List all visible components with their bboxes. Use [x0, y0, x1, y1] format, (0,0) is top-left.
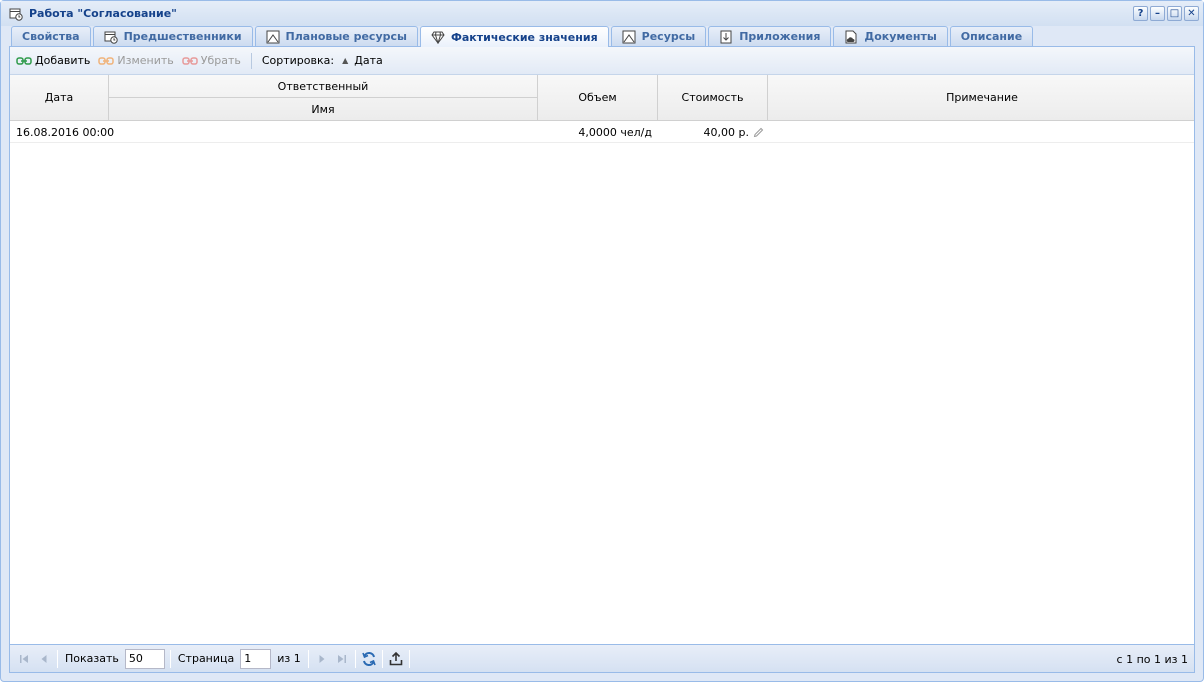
- tab-label: Приложения: [739, 30, 821, 43]
- tab-label: Фактические значения: [450, 30, 598, 44]
- pager-separator: [169, 649, 171, 668]
- column-header-cost[interactable]: Стоимость: [658, 75, 768, 120]
- paging-info: с 1 по 1 из 1: [1116, 652, 1188, 666]
- cell-name: [114, 121, 534, 143]
- column-header-note[interactable]: Примечание: [768, 75, 1196, 120]
- column-group-responsible: Ответственный: [109, 75, 538, 98]
- tab-description[interactable]: Описание: [949, 26, 1034, 46]
- link-remove-icon: [182, 55, 198, 67]
- tab-planned-resources[interactable]: Плановые ресурсы: [254, 26, 418, 46]
- actual-values-panel: Добавить Изменить Убрать Сортировка: ▲ Д…: [9, 47, 1195, 673]
- pager-separator: [381, 649, 383, 668]
- prev-page-button[interactable]: [34, 649, 54, 669]
- link-edit-icon: [98, 55, 115, 67]
- sort-ascending-icon: ▲: [342, 56, 349, 65]
- refresh-icon: [362, 651, 376, 666]
- cloud-document-icon: [844, 30, 858, 44]
- window-title: Работа "Согласование": [29, 7, 177, 20]
- pencil-icon[interactable]: [753, 127, 764, 138]
- grid-header: Дата Ответственный Имя Объем Стоимость П…: [10, 75, 1194, 121]
- remove-button[interactable]: Убрать: [180, 51, 247, 71]
- first-page-button[interactable]: [14, 649, 34, 669]
- first-page-icon: [20, 654, 28, 663]
- edit-button[interactable]: Изменить: [96, 51, 179, 71]
- prev-page-icon: [41, 654, 47, 663]
- tab-label: Описание: [960, 30, 1023, 43]
- calendar-clock-icon: [104, 30, 118, 44]
- tab-label: Документы: [864, 30, 937, 43]
- page-number-input[interactable]: [240, 648, 272, 669]
- tab-label: Ресурсы: [641, 30, 696, 43]
- cell-cost-value: 40,00 р.: [703, 125, 749, 139]
- tab-actual-values[interactable]: Фактические значения: [419, 26, 609, 47]
- add-button-label: Добавить: [35, 54, 91, 67]
- window-titlebar[interactable]: Работа "Согласование" ? – □ ✕: [1, 1, 1203, 26]
- page-size-input[interactable]: [124, 648, 165, 669]
- column-header-volume[interactable]: Объем: [538, 75, 658, 120]
- next-page-icon: [319, 654, 325, 663]
- refresh-button[interactable]: [359, 649, 379, 669]
- tab-predecessors[interactable]: Предшественники: [92, 26, 253, 46]
- pager-separator: [408, 649, 410, 668]
- minimize-button[interactable]: –: [1150, 6, 1165, 21]
- export-button[interactable]: [386, 649, 406, 669]
- page-count-label: из 1: [277, 652, 301, 665]
- maximize-button[interactable]: □: [1167, 6, 1182, 21]
- tab-resources[interactable]: Ресурсы: [610, 26, 707, 46]
- column-header-name[interactable]: Имя: [109, 98, 538, 120]
- tab-label: Предшественники: [123, 30, 242, 43]
- edit-button-label: Изменить: [117, 54, 174, 67]
- last-page-button[interactable]: [332, 649, 352, 669]
- export-icon: [389, 651, 403, 665]
- cell-volume: 4,0000 чел/д: [578, 125, 652, 139]
- tab-label: Свойства: [22, 30, 80, 43]
- cell-note: [772, 121, 1192, 143]
- add-button[interactable]: Добавить: [14, 51, 96, 71]
- grid-toolbar: Добавить Изменить Убрать Сортировка: ▲ Д…: [10, 47, 1194, 75]
- calendar-clock-icon: [8, 6, 24, 22]
- page-label: Страница: [177, 652, 235, 665]
- next-page-button[interactable]: [312, 649, 332, 669]
- cell-date: 16.08.2016 00:00: [16, 125, 115, 139]
- download-icon: [719, 30, 733, 44]
- grid-body: 16.08.2016 00:00 4,0000 чел/д 40,00 р.: [10, 121, 1194, 143]
- link-add-icon: [16, 55, 32, 67]
- resource-chart-icon: [266, 30, 280, 44]
- pager-separator: [307, 649, 309, 668]
- resource-chart-icon: [622, 30, 636, 44]
- close-button[interactable]: ✕: [1184, 6, 1199, 21]
- column-header-date[interactable]: Дата: [10, 75, 109, 120]
- tab-documents[interactable]: Документы: [833, 26, 948, 46]
- diamond-icon: [431, 30, 445, 44]
- pager-separator: [57, 649, 58, 668]
- tab-label: Плановые ресурсы: [285, 30, 407, 43]
- help-button[interactable]: ?: [1133, 6, 1148, 21]
- paging-toolbar: Показать Страница из 1 с 1 по 1 из 1: [10, 644, 1194, 672]
- pager-separator: [354, 649, 356, 668]
- tab-attachments[interactable]: Приложения: [708, 26, 832, 46]
- tab-properties[interactable]: Свойства: [11, 26, 91, 46]
- last-page-icon: [337, 654, 346, 663]
- window-tools: ? – □ ✕: [1133, 6, 1199, 21]
- sort-date-button[interactable]: ▲ Дата: [342, 54, 383, 67]
- sort-label: Сортировка:: [261, 54, 335, 67]
- window: Работа "Согласование" ? – □ ✕ Свойства П…: [0, 0, 1204, 682]
- toolbar-separator: [250, 52, 252, 69]
- cell-cost: 40,00 р.: [658, 121, 764, 143]
- remove-button-label: Убрать: [200, 54, 241, 67]
- table-row[interactable]: 16.08.2016 00:00 4,0000 чел/д 40,00 р.: [10, 121, 1194, 143]
- page-size-label: Показать: [65, 652, 119, 665]
- sort-field-label: Дата: [354, 54, 383, 67]
- tab-bar: Свойства Предшественники Плановые ресурс…: [9, 26, 1195, 47]
